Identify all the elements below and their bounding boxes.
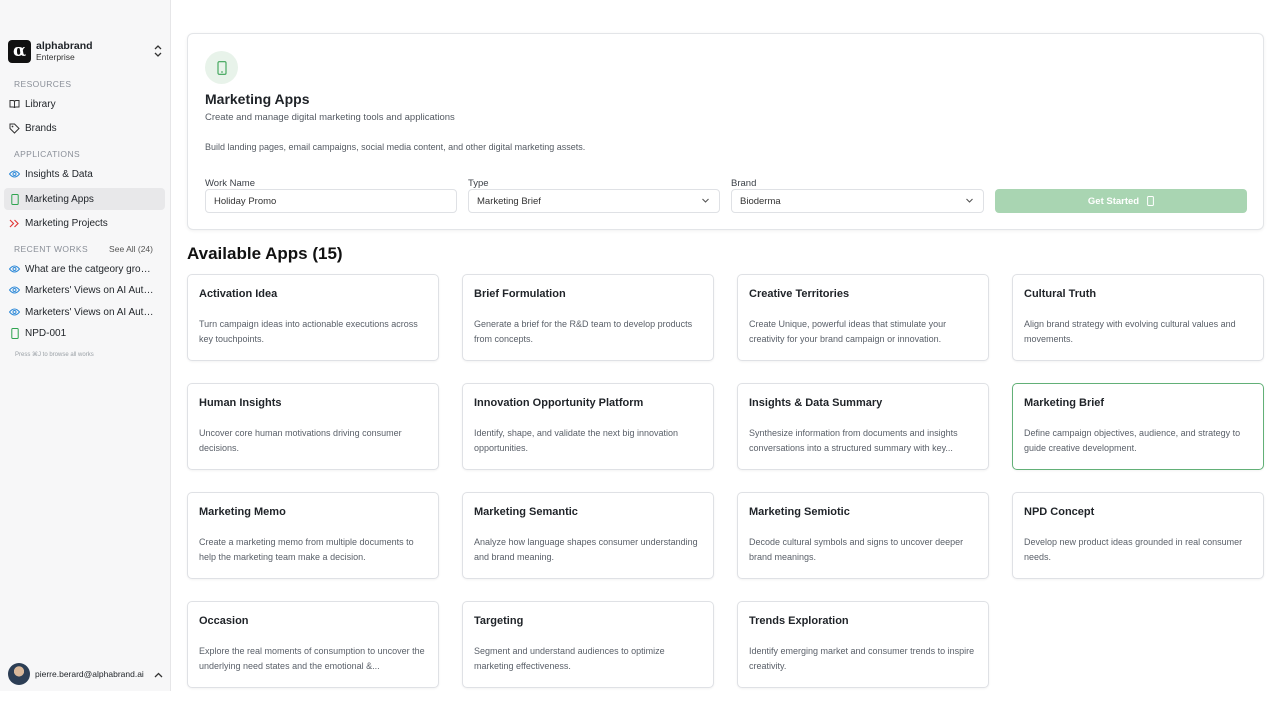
chevron-down-icon — [965, 196, 974, 208]
get-started-button[interactable]: Get Started — [995, 189, 1247, 213]
app-card-marketing-semantic[interactable]: Marketing Semantic Analyze how language … — [462, 492, 714, 579]
app-card-marketing-brief[interactable]: Marketing Brief Define campaign objectiv… — [1012, 383, 1264, 470]
recent-work-item[interactable]: Marketers' Views on AI Auto... — [4, 301, 165, 323]
chevron-up-down-icon[interactable] — [153, 44, 163, 58]
work-name-input[interactable]: Holiday Promo — [205, 189, 457, 213]
app-card-innovation-opportunity-platform[interactable]: Innovation Opportunity Platform Identify… — [462, 383, 714, 470]
sidebar-item-marketing-apps[interactable]: Marketing Apps — [4, 188, 165, 210]
chevron-down-icon — [701, 196, 710, 208]
sidebar-item-insights-data[interactable]: Insights & Data — [4, 163, 165, 185]
chevron-up-icon[interactable] — [154, 667, 163, 681]
app-card-human-insights[interactable]: Human Insights Uncover core human motiva… — [187, 383, 439, 470]
phone-icon — [205, 51, 238, 84]
browse-hint: Press ⌘J to browse all works — [15, 352, 94, 358]
phone-icon — [9, 327, 20, 339]
recent-work-item[interactable]: NPD-001 — [4, 322, 165, 344]
app-card-trends-exploration[interactable]: Trends Exploration Identify emerging mar… — [737, 601, 989, 688]
type-label: Type — [468, 178, 489, 189]
app-card-activation-idea[interactable]: Activation Idea Turn campaign ideas into… — [187, 274, 439, 361]
app-card-npd-concept[interactable]: NPD Concept Develop new product ideas gr… — [1012, 492, 1264, 579]
sidebar-item-library[interactable]: Library — [4, 93, 165, 115]
type-select[interactable]: Marketing Brief — [468, 189, 720, 213]
user-email: pierre.berard@alphabrand.ai — [35, 669, 144, 679]
org-plan: Enterprise — [36, 51, 75, 62]
recent-work-item[interactable]: Marketers' Views on AI Auto... — [4, 279, 165, 301]
app-card-creative-territories[interactable]: Creative Territories Create Unique, powe… — [737, 274, 989, 361]
app-card-marketing-semiotic[interactable]: Marketing Semiotic Decode cultural symbo… — [737, 492, 989, 579]
brand-label: Brand — [731, 178, 757, 189]
phone-icon — [1147, 196, 1155, 206]
app-card-occasion[interactable]: Occasion Explore the real moments of con… — [187, 601, 439, 688]
brand-select[interactable]: Bioderma — [731, 189, 984, 213]
resources-label: RESOURCES — [14, 79, 72, 89]
user-menu[interactable]: pierre.berard@alphabrand.ai — [8, 663, 163, 685]
marketing-apps-hero: Marketing Apps Create and manage digital… — [187, 33, 1264, 230]
org-name: alphabrand — [36, 39, 93, 52]
eye-icon — [9, 307, 20, 318]
available-apps-heading: Available Apps (15) — [187, 244, 343, 263]
page-description: Build landing pages, email campaigns, so… — [205, 142, 586, 152]
sidebar-item-brands[interactable]: Brands — [4, 117, 165, 139]
avatar — [8, 663, 30, 685]
app-card-marketing-memo[interactable]: Marketing Memo Create a marketing memo f… — [187, 492, 439, 579]
app-card-brief-formulation[interactable]: Brief Formulation Generate a brief for t… — [462, 274, 714, 361]
work-name-label: Work Name — [205, 178, 255, 189]
page-subtitle: Create and manage digital marketing tool… — [205, 112, 455, 123]
eye-icon — [9, 169, 20, 180]
org-switcher[interactable]: α alphabrand Enterprise — [8, 38, 163, 64]
applications-label: APPLICATIONS — [14, 149, 81, 159]
double-chevron-icon — [9, 218, 20, 229]
alpha-logo: α — [8, 39, 31, 63]
book-icon — [9, 99, 20, 110]
recent-work-item[interactable]: What are the catgeory growin... — [4, 258, 165, 280]
phone-icon — [9, 193, 20, 205]
sidebar: α alphabrand Enterprise RESOURCES Librar… — [0, 0, 171, 691]
app-card-insights-data-summary[interactable]: Insights & Data Summary Synthesize infor… — [737, 383, 989, 470]
app-card-targeting[interactable]: Targeting Segment and understand audienc… — [462, 601, 714, 688]
eye-icon — [9, 264, 20, 275]
sidebar-item-marketing-projects[interactable]: Marketing Projects — [4, 212, 165, 234]
app-card-cultural-truth[interactable]: Cultural Truth Align brand strategy with… — [1012, 274, 1264, 361]
recent-works-label: RECENT WORKS — [14, 244, 89, 254]
page-title: Marketing Apps — [205, 91, 310, 107]
tag-icon — [9, 123, 20, 134]
see-all-link[interactable]: See All (24) — [109, 244, 153, 254]
eye-icon — [9, 285, 20, 296]
